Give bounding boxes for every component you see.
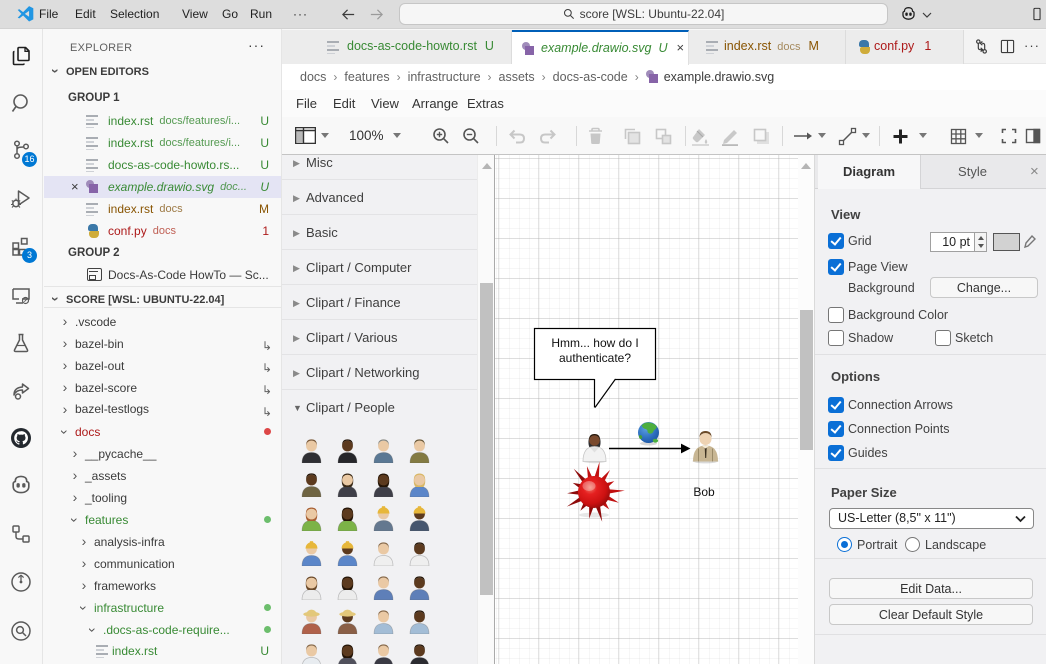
svg-text:Hmm... how do I: Hmm... how do I (551, 336, 638, 350)
svg-text:Bob: Bob (693, 485, 715, 499)
svg-text:authenticate?: authenticate? (559, 351, 631, 365)
